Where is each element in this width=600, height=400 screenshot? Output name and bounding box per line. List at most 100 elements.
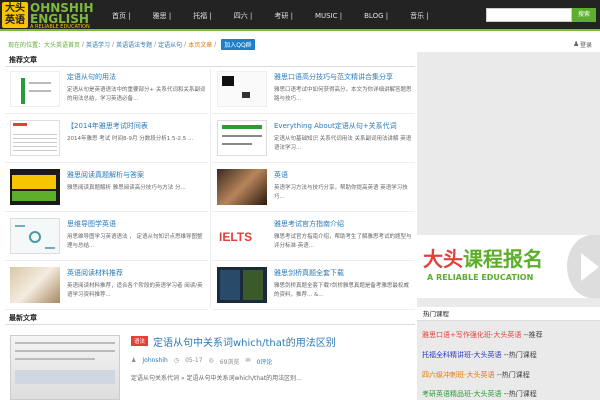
article-category-tag[interactable]: 语法	[131, 336, 149, 346]
featured-card[interactable]: 英语阅读材料推荐 英语阅读材料推荐，适合各个阶段的英语学习者 阅读/英语学习资料…	[5, 264, 208, 310]
nav-item-songs[interactable]: 音乐 |	[410, 11, 429, 21]
card-description: 雅思阅读真题解析 雅思阅读高分技巧与方法 分...	[67, 185, 186, 191]
card-title[interactable]: 雅思剑桥真题全套下载	[274, 268, 414, 278]
breadcrumb-separator: /	[184, 40, 187, 48]
breadcrumb-separator: /	[214, 40, 217, 48]
card-title[interactable]: 英语阅读材料推荐	[67, 268, 207, 278]
card-thumbnail[interactable]	[217, 120, 267, 156]
eye-icon: ◎	[208, 357, 214, 364]
breadcrumb-current: 本页文章	[188, 41, 213, 49]
nav-item-home[interactable]: 首页 |	[112, 11, 131, 21]
sidebar-course-note: --热门课程	[501, 351, 537, 359]
sidebar-course-item[interactable]: 考研英语精品班-大头英语 --热门课程	[422, 389, 537, 399]
card-title[interactable]: 雅思口语高分技巧与范文精讲合集分享	[274, 72, 414, 82]
breadcrumb-separator: /	[82, 40, 85, 48]
card-description: 雅思剑桥真题全套下载?剑桥雅思真题是备考雅思最权威的资料，推荐... &...	[274, 283, 409, 298]
card-title[interactable]: 【2014年雅思考试时间表	[67, 121, 207, 131]
arrow-right-icon[interactable]	[567, 235, 600, 298]
nav-item-ielts[interactable]: 雅思 |	[153, 11, 172, 21]
breadcrumb-separator: /	[112, 40, 115, 48]
search-button[interactable]: 搜索	[572, 8, 596, 22]
sidebar-course-link[interactable]: 托福全科精讲班-大头英语	[422, 351, 502, 359]
featured-heading: 推荐文章	[5, 53, 415, 67]
card-description: 雅思口语考试中如何获得高分，本文为你详细讲解答题思路与技巧...	[274, 87, 412, 102]
card-thumbnail[interactable]	[10, 120, 60, 156]
logo-tagline: A RELIABLE EDUCATION	[30, 24, 90, 30]
article-author[interactable]: Johnshih	[142, 357, 167, 366]
user-icon[interactable]: ♟	[573, 40, 579, 48]
sidebar-course-note: --推荐	[521, 331, 543, 339]
card-thumbnail[interactable]	[10, 267, 60, 303]
sidebar-course-link[interactable]: 雅思口语+写作强化班-大头英语	[422, 331, 521, 339]
card-title[interactable]: Everything About定语从句+关系代词	[274, 121, 414, 131]
card-description: 用思维导图学习英语语法 ， 定语从句知识点思维导图整理与总结...	[67, 234, 203, 249]
article-thumbnail[interactable]	[10, 335, 120, 400]
breadcrumb-separator: /	[154, 40, 157, 48]
card-thumbnail[interactable]	[217, 267, 267, 303]
sidebar-course-link[interactable]: 四六级冲刺班-大头英语	[422, 371, 495, 379]
sidebar-course-link[interactable]: 考研英语精品班-大头英语	[422, 390, 502, 398]
course-signup-banner[interactable]: 大头课程报名 A RELIABLE EDUCATION	[417, 235, 600, 298]
sidebar-heading: 热门课程	[417, 307, 600, 321]
card-description: 英语阅读材料推荐，适合各个阶段的英语学习者 阅读/英语学习资料推荐...	[67, 283, 203, 298]
card-title[interactable]: 雅思阅读真题解析与答案	[67, 170, 207, 180]
card-thumbnail[interactable]	[217, 169, 267, 205]
card-description: 雅思考试官方指南介绍，帮助考生了解雅思考试的题型与评分标准·英语...	[274, 234, 412, 249]
card-description: 英语学习方法与技巧分享，帮助你提高英语 英语学习技巧...	[274, 185, 408, 200]
breadcrumb: 现在的位置：大头英语首页 / 英语学习 / 英语语法专题 / 定语从句 / 本页…	[8, 38, 255, 50]
nav-item-postgrad[interactable]: 考研 |	[274, 11, 293, 21]
featured-card[interactable]: 英语 英语学习方法与技巧分享，帮助你提高英语 英语学习技巧...	[212, 166, 415, 212]
site-logo[interactable]: 大头英语 OHNSHIH ENGLISH A RELIABLE EDUCATIO…	[0, 0, 110, 31]
search-input[interactable]	[486, 8, 572, 22]
featured-card[interactable]: 思维导图学英语 用思维导图学习英语语法 ， 定语从句知识点思维导图整理与总结..…	[5, 215, 208, 261]
card-title[interactable]: 英语	[274, 170, 414, 180]
article-date: 05-17	[185, 357, 203, 364]
article-meta: ♟ Johnshih ◷ 05-17 ◎ 69浏览 ✉ 0评论	[131, 357, 272, 366]
sidebar-course-item[interactable]: 雅思口语+写作强化班-大头英语 --推荐	[422, 330, 543, 340]
card-description: 2014年雅思 考试 时间8-9月 分数段分析1.5-2.5 ...	[67, 136, 194, 142]
breadcrumb-link[interactable]: 英语语法专题	[116, 40, 152, 49]
nav-item-toefl[interactable]: 托福 |	[193, 11, 212, 21]
join-qq-group-button[interactable]: 加入QQ群	[221, 38, 255, 50]
author-icon: ♟	[131, 357, 137, 364]
article-comments[interactable]: 0评论	[256, 357, 272, 366]
banner-tagline: A RELIABLE EDUCATION	[427, 273, 534, 282]
sidebar-course-note: --热门课程	[501, 390, 537, 398]
card-description: 定语从句是英语语法中的重要部分+ 关系代词和关系副词的用法总结，学习英语必备..…	[67, 87, 206, 102]
nav-item-cet[interactable]: 四六 |	[234, 11, 253, 21]
card-thumbnail[interactable]	[10, 71, 60, 107]
featured-card[interactable]: 雅思阅读真题解析与答案 雅思阅读真题解析 雅思阅读高分技巧与方法 分...	[5, 166, 208, 212]
sidebar-course-item[interactable]: 托福全科精讲班-大头英语 --热门课程	[422, 350, 537, 360]
latest-heading: 最新文章	[5, 311, 415, 325]
top-navigation-bar: 大头英语 OHNSHIH ENGLISH A RELIABLE EDUCATIO…	[0, 0, 600, 31]
breadcrumb-link[interactable]: 英语学习	[86, 40, 110, 49]
article-views: 69浏览	[219, 359, 240, 366]
comment-icon: ✉	[245, 357, 251, 364]
ielts-logo: IELTS	[219, 230, 253, 244]
card-thumbnail[interactable]: IELTS	[217, 218, 267, 254]
login-link[interactable]: 登录	[580, 40, 592, 49]
card-title[interactable]: 定语从句的用法	[67, 72, 207, 82]
sidebar-course-item[interactable]: 四六级冲刺班-大头英语 --热门课程	[422, 370, 530, 380]
card-title[interactable]: 雅思考试官方指南介绍	[274, 219, 414, 229]
card-thumbnail[interactable]	[10, 169, 60, 205]
featured-card[interactable]: 【2014年雅思考试时间表 2014年雅思 考试 时间8-9月 分数段分析1.5…	[5, 117, 208, 163]
card-title[interactable]: 思维导图学英语	[67, 219, 207, 229]
breadcrumb-home[interactable]: 现在的位置：大头英语首页	[8, 40, 80, 49]
column-divider	[210, 68, 211, 308]
nav-item-music[interactable]: MUSIC |	[315, 12, 342, 20]
article-excerpt: 定语从句关系代词 » 定语从句中关系词which/that的用法区别...	[131, 375, 302, 382]
card-description: 定语从句基础知识 关系代词用法 关系副词用法讲解 英语语法学习...	[274, 136, 412, 151]
nav-item-blog[interactable]: BLOG |	[364, 12, 388, 20]
card-thumbnail[interactable]	[10, 218, 60, 254]
article-title[interactable]: 定语从句中关系词which/that的用法区别	[153, 334, 336, 349]
clock-icon: ◷	[173, 357, 180, 364]
featured-card[interactable]: 雅思剑桥真题全套下载 雅思剑桥真题全套下载?剑桥雅思真题是备考雅思最权威的资料，…	[212, 264, 415, 310]
featured-card[interactable]: 定语从句的用法 定语从句是英语语法中的重要部分+ 关系代词和关系副词的用法总结，…	[5, 68, 208, 114]
logo-badge: 大头英语	[2, 2, 28, 28]
featured-card[interactable]: Everything About定语从句+关系代词 定语从句基础知识 关系代词用…	[212, 117, 415, 163]
featured-card[interactable]: 雅思口语高分技巧与范文精讲合集分享 雅思口语考试中如何获得高分，本文为你详细讲解…	[212, 68, 415, 114]
card-thumbnail[interactable]	[217, 71, 267, 107]
featured-card[interactable]: IELTS 雅思考试官方指南介绍 雅思考试官方指南介绍，帮助考生了解雅思考试的题…	[212, 215, 415, 261]
breadcrumb-link[interactable]: 定语从句	[158, 40, 182, 49]
